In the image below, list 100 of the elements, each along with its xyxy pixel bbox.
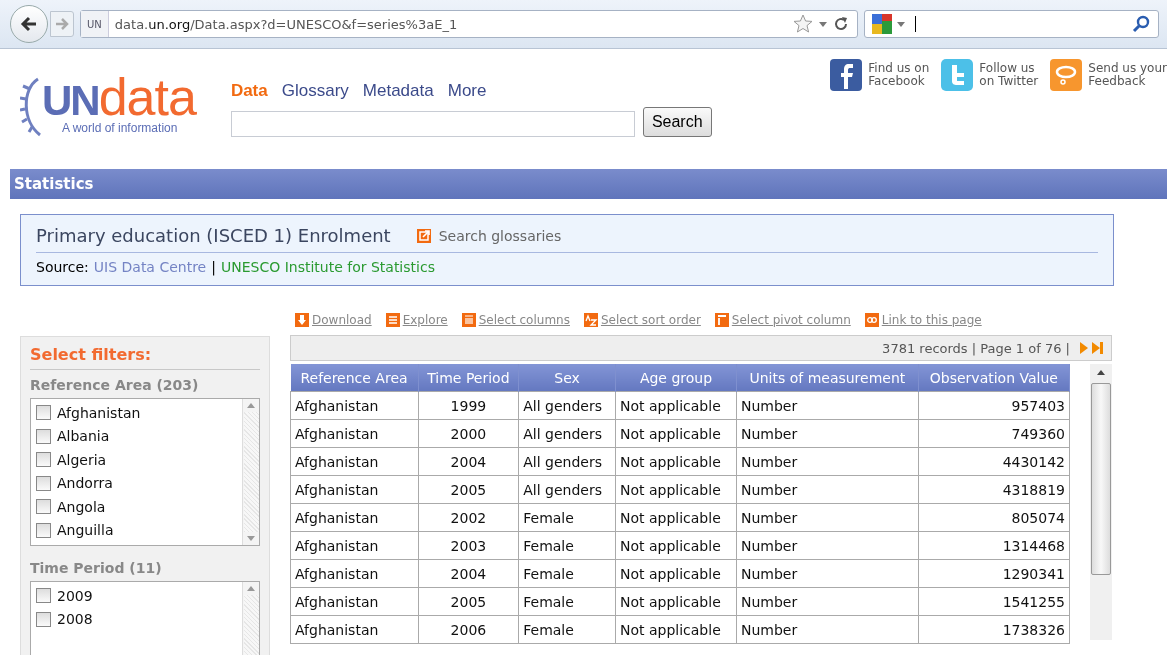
download-icon[interactable] (295, 313, 309, 327)
checkbox[interactable] (36, 405, 51, 421)
table-cell: 1541255 (918, 587, 1070, 616)
checkbox[interactable] (36, 428, 51, 444)
table-cell: Female (518, 503, 616, 532)
action-link[interactable]: Download (312, 313, 372, 327)
table-cell: Not applicable (615, 587, 737, 616)
filter-option[interactable]: Anguilla (57, 522, 114, 539)
nav-tab[interactable]: Metadata (362, 81, 434, 101)
browser-search-field[interactable] (864, 10, 1159, 38)
back-button[interactable] (10, 5, 48, 43)
table-cell: Number (736, 419, 919, 448)
nav-tab[interactable]: More (447, 81, 487, 101)
table-cell: Not applicable (615, 615, 737, 644)
table-cell: Not applicable (615, 419, 737, 448)
twitter-icon[interactable] (941, 59, 974, 91)
column-header[interactable]: Age group (615, 364, 737, 392)
column-header[interactable]: Time Period (418, 364, 519, 392)
checkbox[interactable] (36, 611, 51, 627)
chain-link-icon[interactable] (864, 313, 879, 327)
table-cell: Female (518, 559, 616, 588)
action-link[interactable]: Select sort order (600, 313, 701, 327)
dropdown-icon[interactable] (897, 21, 905, 27)
table-cell: Number (736, 475, 919, 504)
checkbox[interactable] (36, 588, 51, 604)
scrollbar[interactable] (242, 399, 259, 545)
table-cell: Number (736, 531, 919, 560)
address-bar[interactable]: UN data.un.org/Data.aspx?d=UNESCO&f=series%3aE_1 (80, 10, 858, 38)
social-link[interactable]: Find us on Facebook (868, 62, 930, 88)
filter-option[interactable]: Afghanistan (57, 404, 141, 421)
scroll-up-icon[interactable] (1097, 370, 1105, 375)
table-cell: Number (736, 391, 919, 420)
checkbox[interactable] (36, 499, 51, 515)
action-link[interactable]: Explore (402, 313, 448, 327)
table-cell: All genders (518, 419, 616, 448)
table-cell: 2004 (418, 559, 519, 588)
section-title: Statistics (14, 175, 94, 193)
dropdown-icon[interactable] (819, 21, 827, 27)
table-cell: Number (736, 587, 919, 616)
next-page-icon[interactable] (1080, 342, 1088, 354)
action-link[interactable]: Link to this page (881, 313, 982, 327)
records-summary: 3781 records | Page 1 of 76 | (882, 340, 1070, 356)
column-header[interactable]: Sex (518, 364, 616, 392)
speech-bubble-icon[interactable] (1050, 59, 1083, 91)
site-badge: UN (81, 11, 109, 37)
filter-option[interactable]: Angola (57, 498, 106, 515)
reload-icon[interactable] (833, 16, 849, 32)
action-link[interactable]: Select columns (478, 313, 570, 327)
checkbox[interactable] (36, 475, 51, 491)
nav-tab[interactable]: Data (230, 81, 268, 101)
filter-option[interactable]: 2008 (57, 611, 93, 628)
table-cell: Female (518, 615, 616, 644)
pivot-icon[interactable] (714, 313, 729, 327)
column-header[interactable]: Reference Area (290, 364, 418, 392)
table-cell: All genders (518, 447, 616, 476)
source-link[interactable]: UIS Data Centre (93, 259, 207, 275)
columns-icon[interactable] (461, 313, 476, 327)
source-label: Source: (36, 259, 89, 275)
table-cell: Not applicable (615, 391, 737, 420)
table-cell: Afghanistan (290, 475, 418, 504)
social-link[interactable]: Follow us on Twitter (979, 62, 1039, 88)
table-cell: Afghanistan (290, 419, 418, 448)
search-icon[interactable] (1132, 15, 1150, 33)
star-icon[interactable] (793, 14, 813, 34)
undata-logo[interactable]: UNdata A world of information (20, 73, 196, 141)
scroll-down-icon[interactable] (247, 536, 255, 541)
nav-tab[interactable]: Glossary (281, 81, 349, 101)
filter-option[interactable]: Algeria (57, 451, 107, 468)
table-cell: Not applicable (615, 447, 737, 476)
last-page-icon[interactable] (1092, 342, 1103, 354)
table-cell: 1290341 (918, 559, 1070, 588)
table-cell: Afghanistan (290, 531, 418, 560)
table-cell: 2002 (418, 503, 519, 532)
filter-option[interactable]: 2009 (57, 587, 93, 604)
search-glossaries-link[interactable]: Search glossaries (416, 227, 562, 244)
facebook-icon[interactable] (830, 59, 863, 91)
forward-button[interactable] (50, 11, 74, 37)
filter-option[interactable]: Albania (57, 428, 110, 445)
table-cell: Afghanistan (290, 447, 418, 476)
table-cell: Female (518, 531, 616, 560)
checkbox[interactable] (36, 522, 51, 538)
list-icon[interactable] (385, 313, 400, 327)
search-button[interactable]: Search (642, 107, 712, 137)
table-cell: Afghanistan (290, 587, 418, 616)
table-cell: 1999 (418, 391, 519, 420)
column-header[interactable]: Observation Value (918, 364, 1070, 392)
source-link[interactable]: UNESCO Institute for Statistics (220, 259, 435, 275)
table-cell: 749360 (918, 419, 1070, 448)
table-cell: 1314468 (918, 531, 1070, 560)
scrollbar[interactable] (1090, 364, 1112, 640)
separator: | (211, 259, 216, 275)
sort-icon[interactable] (583, 313, 598, 327)
search-engine-icon[interactable] (871, 13, 893, 35)
column-header[interactable]: Units of measurement (736, 364, 919, 392)
back-arrow-icon (20, 16, 38, 32)
checkbox[interactable] (36, 452, 51, 468)
search-field[interactable] (230, 111, 635, 137)
action-link[interactable]: Select pivot column (731, 313, 851, 327)
social-link[interactable]: Send us your Feedback (1088, 62, 1167, 88)
filter-option[interactable]: Andorra (57, 475, 113, 492)
